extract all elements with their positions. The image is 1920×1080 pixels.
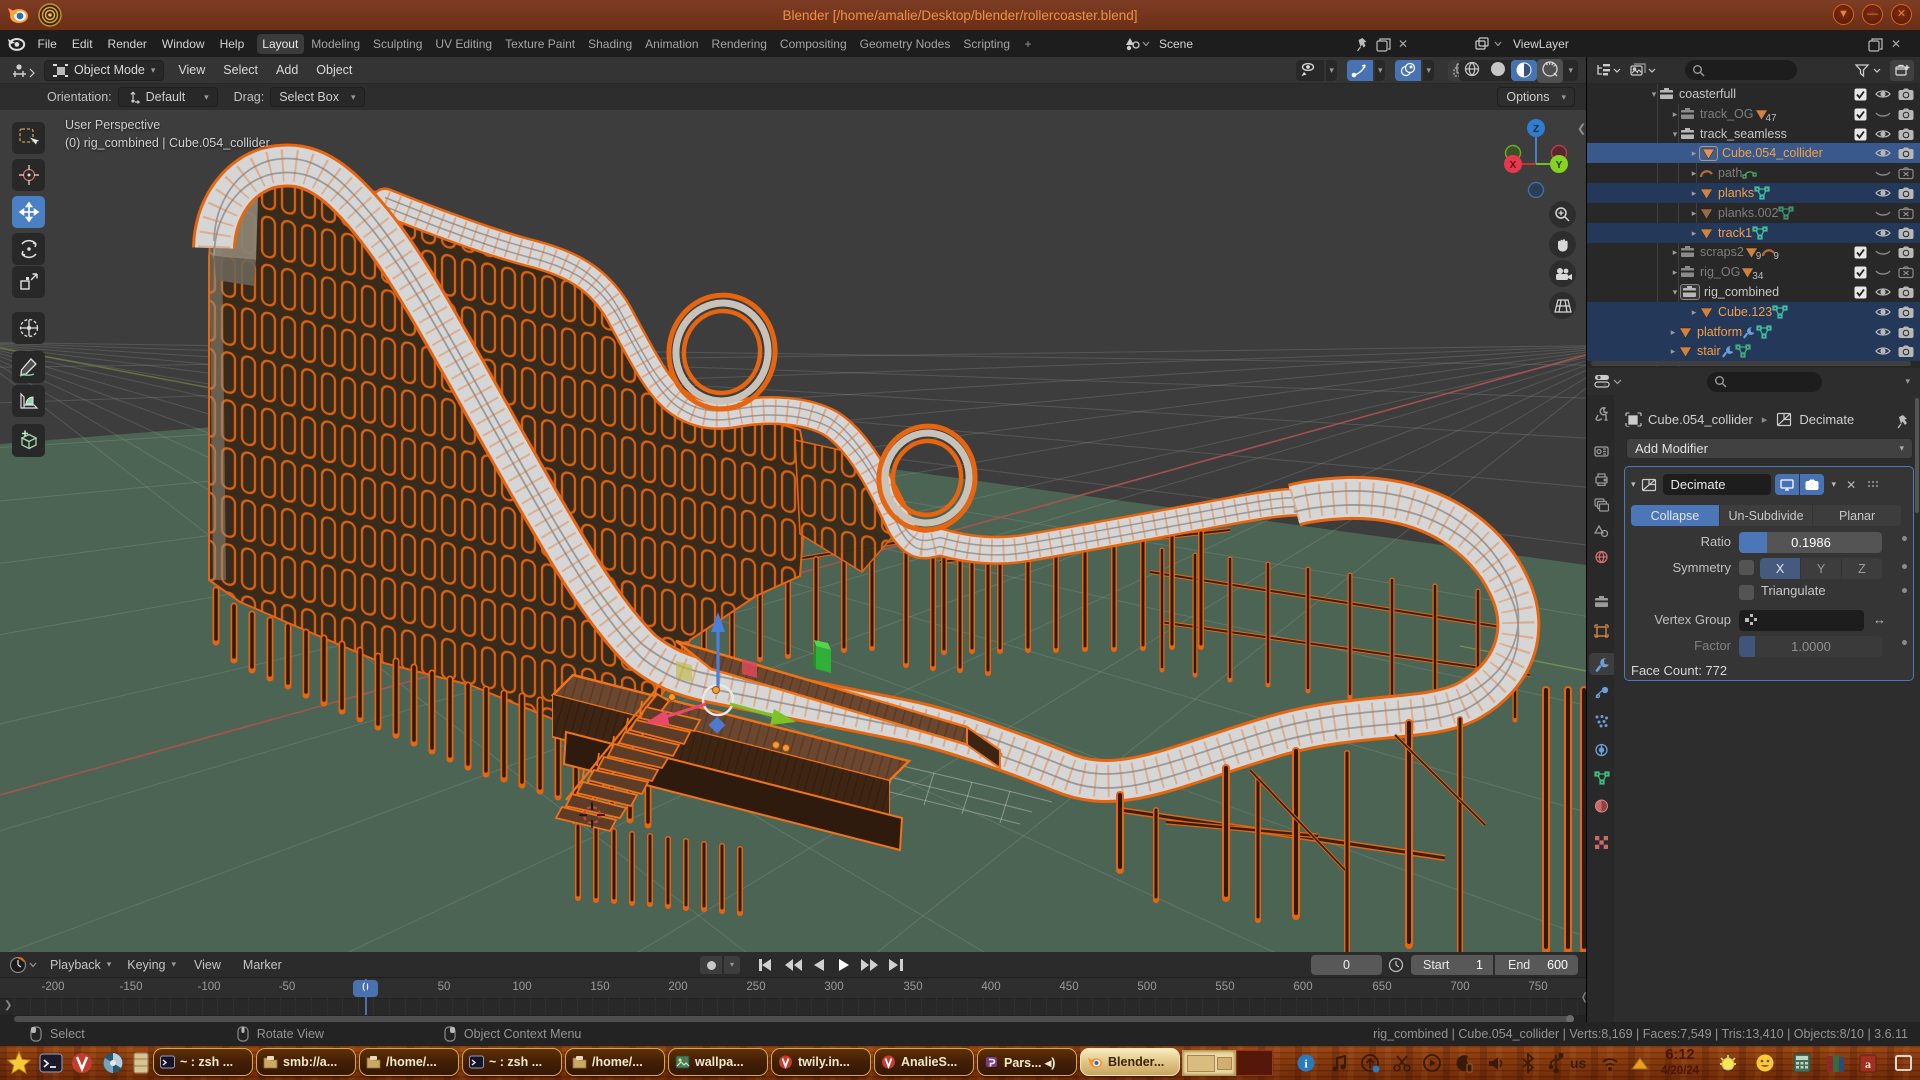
svg-text:Z: Z xyxy=(1533,124,1539,135)
svg-text:Y: Y xyxy=(1556,160,1563,171)
svg-text:X: X xyxy=(1510,160,1517,171)
svg-text:a: a xyxy=(1865,1057,1871,1071)
